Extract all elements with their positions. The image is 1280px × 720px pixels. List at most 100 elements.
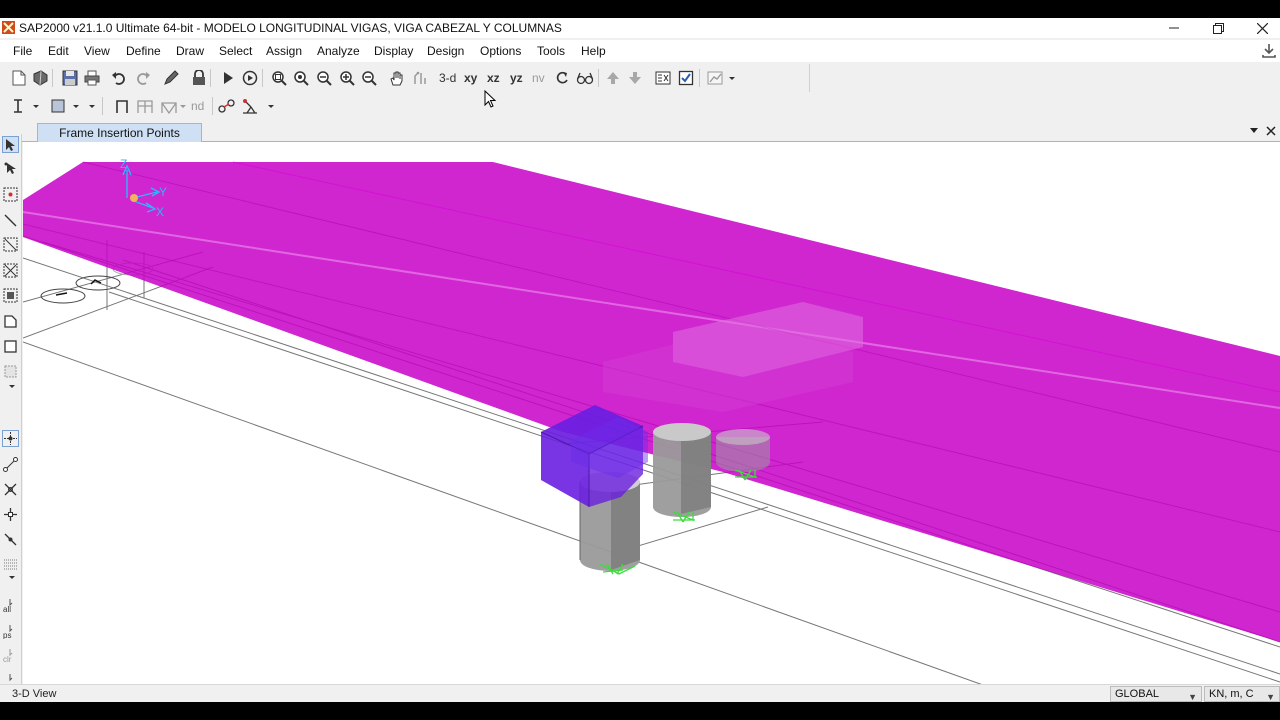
pointer-reshape-button[interactable] <box>2 160 19 177</box>
menu-tools[interactable]: Tools <box>537 44 565 58</box>
view-xy-button[interactable]: xy <box>464 71 477 85</box>
view-nv-button[interactable]: nv <box>532 71 545 85</box>
area-tools-chevron-down-icon[interactable] <box>9 385 15 388</box>
units-select[interactable]: KN, m, C ▼ <box>1204 686 1280 702</box>
tab-list-chevron-down-icon[interactable] <box>1250 128 1258 133</box>
menu-select[interactable]: Select <box>219 44 252 58</box>
display-options-icon <box>655 71 671 85</box>
menu-help[interactable]: Help <box>581 44 606 58</box>
zoom-in-button[interactable] <box>338 69 356 87</box>
select-point-button[interactable] <box>2 186 19 203</box>
menu-edit[interactable]: Edit <box>48 44 69 58</box>
move-view-button[interactable] <box>411 69 429 87</box>
menu-define[interactable]: Define <box>126 44 161 58</box>
tab-frame-insertion-points[interactable]: Frame Insertion Points <box>37 123 202 142</box>
menu-file[interactable]: File <box>13 44 32 58</box>
snap-intersections-button[interactable] <box>2 481 19 498</box>
title-bar: SAP2000 v21.1.0 Ultimate 64-bit - MODELO… <box>0 18 1280 38</box>
run-now-button[interactable] <box>241 69 259 87</box>
minimize-icon <box>1169 27 1179 29</box>
snap-line-ends-button[interactable] <box>2 456 19 473</box>
lock-model-button[interactable] <box>190 69 208 87</box>
menu-display[interactable]: Display <box>374 44 413 58</box>
save-button[interactable] <box>61 69 79 87</box>
clear-selection-button[interactable]: clr <box>2 647 19 664</box>
draw-rect-area-button[interactable] <box>2 338 19 355</box>
restore-button[interactable] <box>1196 18 1240 38</box>
draw-poly-area-button[interactable] <box>2 313 19 330</box>
check-button[interactable] <box>677 69 695 87</box>
quick-area-button[interactable] <box>2 363 19 380</box>
longitudinal-beam[interactable] <box>23 161 1280 642</box>
redo-button[interactable] <box>134 69 152 87</box>
rotate-view-button[interactable] <box>553 69 571 87</box>
previous-zoom-button[interactable] <box>315 69 333 87</box>
set-display-options-button[interactable] <box>654 69 672 87</box>
new-model-button[interactable] <box>10 69 28 87</box>
run-analysis-button[interactable] <box>219 69 237 87</box>
graph-icon <box>707 71 723 85</box>
download-icon[interactable] <box>1260 42 1278 60</box>
snap-perpendicular-button[interactable] <box>2 506 19 523</box>
perspective-toggle-button[interactable] <box>576 69 594 87</box>
view-yz-button[interactable]: yz <box>510 71 523 85</box>
menu-options[interactable]: Options <box>480 44 521 58</box>
edit-pencil-button[interactable] <box>162 69 180 87</box>
model-3d-viewport[interactable]: Z Y X <box>23 142 1280 685</box>
print-button[interactable] <box>83 69 101 87</box>
menu-analyze[interactable]: Analyze <box>317 44 360 58</box>
snap-lines-button[interactable] <box>2 531 19 548</box>
menu-design[interactable]: Design <box>427 44 464 58</box>
quick-brace-button[interactable] <box>160 97 178 115</box>
close-window-button[interactable] <box>1240 18 1280 38</box>
snap-grid-button[interactable] <box>2 556 19 573</box>
nd-button[interactable]: nd <box>191 99 204 113</box>
get-previous-selection-button[interactable]: ps <box>2 623 19 640</box>
area-dropdown-chevron-down-icon[interactable] <box>73 105 79 108</box>
brace-dropdown-chevron-down-icon[interactable] <box>180 105 186 108</box>
zoom-out-button[interactable] <box>360 69 378 87</box>
run-circle-icon <box>242 70 258 86</box>
graph-options-button[interactable] <box>706 69 724 87</box>
text-cursor-button[interactable] <box>9 97 27 115</box>
window-select-button[interactable] <box>2 236 19 253</box>
coordinate-system-select[interactable]: GLOBAL ▼ <box>1110 686 1202 702</box>
move-up-button[interactable] <box>604 69 622 87</box>
arrow-up-icon <box>607 72 619 84</box>
draw-support-button[interactable] <box>241 97 259 115</box>
view-xz-button[interactable]: xz <box>487 71 500 85</box>
svg-text:clr: clr <box>3 655 12 663</box>
snap-points-button[interactable] <box>2 430 19 447</box>
open-model-button[interactable] <box>31 69 49 87</box>
restore-full-view-button[interactable] <box>292 69 310 87</box>
menu-draw[interactable]: Draw <box>176 44 204 58</box>
zoom-window-button[interactable] <box>270 69 288 87</box>
select-all-button[interactable] <box>2 287 19 304</box>
move-view-icon <box>414 71 426 84</box>
text-dropdown-chevron-down-icon[interactable] <box>33 105 39 108</box>
minimize-button[interactable] <box>1152 18 1196 38</box>
pointer-select-button[interactable] <box>2 136 19 153</box>
draw-line-button[interactable] <box>2 212 19 229</box>
support-dropdown-chevron-down-icon[interactable] <box>268 105 274 108</box>
snap-tools-chevron-down-icon[interactable] <box>9 576 15 579</box>
close-tab-icon[interactable] <box>1266 126 1276 136</box>
area-object-button[interactable] <box>49 97 67 115</box>
move-down-button[interactable] <box>626 69 644 87</box>
graph-dropdown-chevron-down-icon[interactable] <box>729 77 735 80</box>
select-all-tool-button[interactable]: all <box>2 597 19 614</box>
view-3d-button[interactable]: 3-d <box>439 71 456 85</box>
column-2-top <box>653 423 711 441</box>
pan-button[interactable] <box>388 69 406 87</box>
menu-assign[interactable]: Assign <box>266 44 302 58</box>
sap2000-logo-icon <box>2 21 15 34</box>
draw-frame-button[interactable] <box>113 97 131 115</box>
menu-view[interactable]: View <box>84 44 110 58</box>
draw-link-button[interactable] <box>218 97 236 115</box>
more-dropdown-chevron-down-icon[interactable] <box>89 105 95 108</box>
svg-text:all: all <box>3 605 11 613</box>
model-canvas[interactable]: Z Y X <box>23 142 1280 685</box>
undo-button[interactable] <box>110 69 128 87</box>
intersecting-line-select-button[interactable] <box>2 262 19 279</box>
quick-frame-button[interactable] <box>136 97 154 115</box>
